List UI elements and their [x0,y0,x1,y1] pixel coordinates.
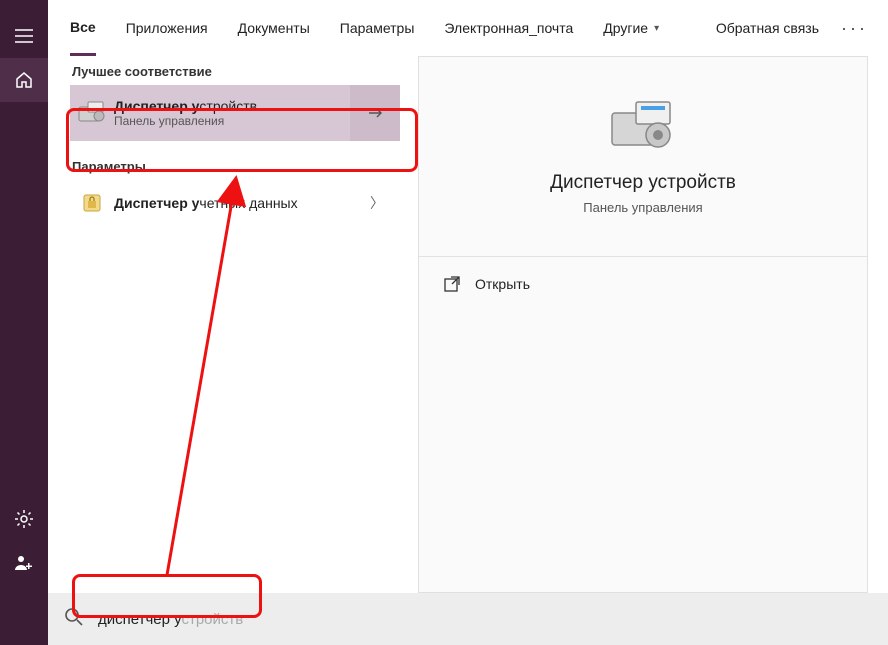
nav-sidebar [0,0,48,645]
search-panel: Все Приложения Документы Параметры Элект… [48,0,888,645]
account-icon[interactable] [0,541,48,585]
settings-group-header: Параметры [72,159,400,174]
search-input[interactable]: диспетчер устройств [98,611,243,628]
tab-label: Все [70,19,96,35]
param-title: Диспетчер учетных данных [114,195,370,211]
search-typed-text: диспетчер у [98,611,181,628]
search-icon [64,607,84,632]
device-manager-large-icon [608,99,678,154]
result-title: Диспетчер устройств [114,98,350,114]
open-action[interactable]: Открыть [443,275,843,293]
search-suggestion-text: стройств [181,611,243,628]
tab-label: Документы [238,20,310,36]
feedback-label: Обратная связь [716,20,819,36]
tab-label: Другие [603,20,648,36]
result-credential-manager[interactable]: Диспетчер учетных данных 〉 [70,180,400,226]
tab-label: Приложения [126,20,208,36]
settings-icon[interactable] [0,497,48,541]
tab-settings[interactable]: Параметры [340,0,415,56]
tabs-bar: Все Приложения Документы Параметры Элект… [48,0,888,56]
detail-title: Диспетчер устройств [550,172,736,194]
detail-subtitle: Панель управления [583,200,702,215]
tab-more[interactable]: Другие ▾ [603,0,659,56]
best-match-header: Лучшее соответствие [72,64,400,79]
open-label: Открыть [475,276,530,292]
tab-documents[interactable]: Документы [238,0,310,56]
feedback-link[interactable]: Обратная связь [716,0,819,56]
result-device-manager[interactable]: Диспетчер устройств Панель управления [70,85,400,141]
tab-label: Электронная_почта [444,20,573,36]
device-manager-icon [70,101,114,125]
expand-arrow-icon[interactable] [350,85,400,141]
tab-all[interactable]: Все [70,0,96,56]
detail-pane: Диспетчер устройств Панель управления От… [418,56,868,593]
home-icon[interactable] [0,58,48,102]
menu-icon[interactable] [0,14,48,58]
more-options-icon[interactable]: ··· [841,18,868,39]
tab-email[interactable]: Электронная_почта [444,0,573,56]
tab-label: Параметры [340,20,415,36]
result-subtitle: Панель управления [114,114,350,128]
open-icon [443,275,461,293]
chevron-down-icon: ▾ [654,23,659,34]
results-column: Лучшее соответствие Диспетчер устройств … [70,56,400,593]
credential-manager-icon [70,192,114,214]
chevron-right-icon: 〉 [370,193,400,213]
search-bar[interactable]: диспетчер устройств [48,593,888,645]
tab-apps[interactable]: Приложения [126,0,208,56]
